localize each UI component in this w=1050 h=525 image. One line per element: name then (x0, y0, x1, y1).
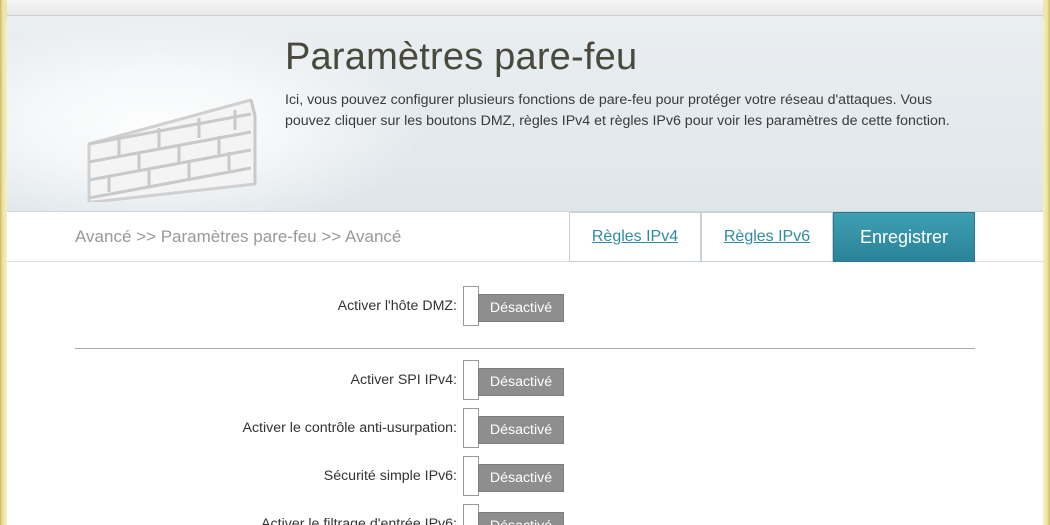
toggle-ipv6-ingress-filter[interactable]: Désactivé (463, 504, 565, 525)
page-title: Paramètres pare-feu (285, 36, 638, 78)
toggle-spi-ipv4[interactable]: Désactivé (463, 360, 565, 400)
page-header-banner: Paramètres pare-feu Ici, vous pouvez con… (7, 16, 1043, 212)
setting-row-dmz: Activer l'hôte DMZ: Désactivé (7, 286, 1043, 326)
window-frame-left (0, 0, 7, 525)
save-button[interactable]: Enregistrer (833, 212, 975, 262)
toggle-state: Désactivé (478, 464, 564, 492)
top-bar (7, 0, 1043, 16)
toggle-knob (463, 286, 479, 326)
window-frame-right (1043, 0, 1050, 525)
ipv6-rules-button[interactable]: Règles IPv6 (701, 212, 833, 262)
toggle-knob (463, 408, 479, 448)
setting-label-dmz: Activer l'hôte DMZ: (337, 298, 457, 314)
toggle-dmz[interactable]: Désactivé (463, 286, 565, 326)
toggle-anti-spoof[interactable]: Désactivé (463, 408, 565, 448)
setting-row-ipv6-ingress-filter: Activer le filtrage d'entrée IPv6: Désac… (7, 504, 1043, 525)
toggle-ipv6-simple-security[interactable]: Désactivé (463, 456, 565, 496)
setting-label-anti-spoof: Activer le contrôle anti-usurpation: (242, 420, 458, 436)
ipv4-rules-button[interactable]: Règles IPv4 (569, 212, 701, 262)
toggle-knob (463, 360, 479, 400)
setting-row-spi-ipv4: Activer SPI IPv4: Désactivé (7, 360, 1043, 400)
navigation-row: Avancé >> Paramètres pare-feu >> Avancé … (7, 212, 1043, 262)
toggle-state: Désactivé (478, 294, 564, 322)
setting-label-ipv6-simple-security: Sécurité simple IPv6: (323, 468, 457, 484)
main-content: Avancé >> Paramètres pare-feu >> Avancé … (7, 212, 1043, 525)
toggle-state: Désactivé (478, 368, 564, 396)
setting-label-spi-ipv4: Activer SPI IPv4: (350, 372, 457, 388)
toggle-knob (463, 504, 479, 525)
breadcrumb: Avancé >> Paramètres pare-feu >> Avancé (75, 227, 402, 246)
toggle-knob (463, 456, 479, 496)
setting-row-anti-spoof: Activer le contrôle anti-usurpation: Dés… (7, 408, 1043, 448)
toggle-state: Désactivé (478, 416, 564, 444)
page-description: Ici, vous pouvez configurer plusieurs fo… (285, 92, 950, 129)
section-divider (75, 348, 975, 349)
setting-row-ipv6-simple-security: Sécurité simple IPv6: Désactivé (7, 456, 1043, 496)
brick-wall-icon (87, 98, 257, 202)
toggle-state: Désactivé (478, 512, 564, 525)
setting-label-ipv6-ingress-filter: Activer le filtrage d'entrée IPv6: (261, 516, 457, 525)
